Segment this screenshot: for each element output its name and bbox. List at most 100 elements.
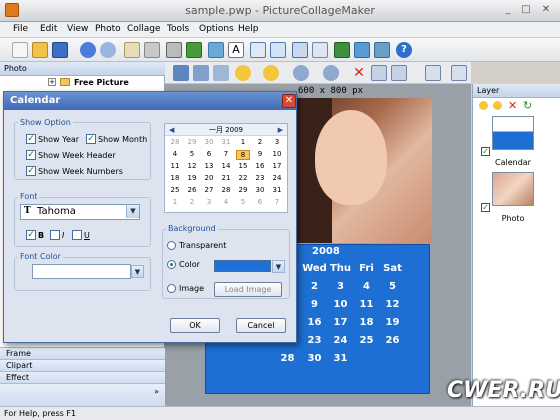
mini-calendar-day[interactable]: 19	[185, 174, 199, 182]
add-calendar-icon[interactable]	[292, 42, 308, 58]
load-image-button[interactable]: Load Image	[214, 282, 282, 297]
print-icon[interactable]	[166, 42, 182, 58]
mini-calendar-day[interactable]: 17	[270, 162, 284, 170]
background-color-swatch[interactable]	[214, 260, 271, 272]
mini-calendar-day[interactable]: 29	[185, 138, 199, 146]
dialog-close-button[interactable]: ✕	[282, 94, 296, 108]
fill-icon[interactable]	[213, 65, 229, 81]
show-week-header-checkbox[interactable]: ✓	[26, 150, 36, 160]
menu-view[interactable]: View	[67, 24, 88, 34]
fit-icon[interactable]	[193, 65, 209, 81]
rotate-left-icon[interactable]	[293, 65, 309, 81]
mini-calendar-day[interactable]: 22	[236, 174, 250, 182]
layer-delete-icon[interactable]: ✕	[508, 99, 517, 112]
mini-calendar-day[interactable]: 1	[168, 198, 182, 206]
mini-calendar-day[interactable]: 14	[219, 162, 233, 170]
mini-calendar-day[interactable]: 30	[253, 186, 267, 194]
mini-calendar-day[interactable]: 3	[202, 198, 216, 206]
mini-calendar-day[interactable]: 31	[270, 186, 284, 194]
mini-calendar-day[interactable]: 15	[236, 162, 250, 170]
help-icon[interactable]: ?	[396, 42, 412, 58]
mini-calendar-day[interactable]: 7	[270, 198, 284, 206]
bring-front-icon[interactable]	[235, 65, 251, 81]
delete-icon[interactable]: ✕	[351, 65, 367, 81]
mini-calendar-day[interactable]: 11	[168, 162, 182, 170]
mini-calendar-day[interactable]: 6	[202, 150, 216, 158]
menu-photo[interactable]: Photo	[95, 24, 121, 34]
rotate-right-icon[interactable]	[323, 65, 339, 81]
next-month-icon[interactable]: ▶	[278, 124, 283, 136]
mini-calendar-day[interactable]: 29	[236, 186, 250, 194]
close-button[interactable]: ✕	[538, 3, 554, 18]
mini-calendar[interactable]: ◀ 一月 2009 ▶ 28 29 30 31 1 2 3 4 5 6 7 8 9 10 11 12 13 14 1…	[164, 123, 288, 213]
panel-more[interactable]: »	[0, 383, 165, 406]
menu-file[interactable]: File	[13, 24, 28, 34]
mini-calendar-day[interactable]: 26	[185, 186, 199, 194]
mini-calendar-day[interactable]: 9	[253, 150, 267, 158]
add-photo-icon[interactable]	[186, 42, 202, 58]
mini-calendar-day[interactable]: 7	[219, 150, 233, 158]
grid-icon[interactable]	[391, 65, 407, 81]
mini-calendar-day[interactable]: 28	[168, 138, 182, 146]
mini-calendar-day[interactable]: 5	[185, 150, 199, 158]
mini-calendar-day[interactable]: 16	[253, 162, 267, 170]
open-icon[interactable]	[32, 42, 48, 58]
mini-calendar-day[interactable]: 28	[219, 186, 233, 194]
text-icon[interactable]: A	[228, 42, 244, 58]
italic-checkbox[interactable]	[50, 230, 60, 240]
mini-calendar-day[interactable]: 13	[202, 162, 216, 170]
select-icon[interactable]	[371, 65, 387, 81]
mini-calendar-day[interactable]: 6	[253, 198, 267, 206]
mini-calendar-day[interactable]: 4	[219, 198, 233, 206]
align-icon[interactable]	[425, 65, 441, 81]
mini-calendar-day[interactable]: 3	[270, 138, 284, 146]
save-icon[interactable]	[52, 42, 68, 58]
mini-calendar-day[interactable]: 31	[219, 138, 233, 146]
image-radio[interactable]	[167, 284, 176, 293]
menu-help[interactable]: Help	[238, 24, 259, 34]
mini-calendar-day[interactable]: 5	[236, 198, 250, 206]
send-back-icon[interactable]	[263, 65, 279, 81]
show-year-checkbox[interactable]: ✓	[26, 134, 36, 144]
export-icon[interactable]	[354, 42, 370, 58]
font-color-select[interactable]: ▼	[32, 264, 144, 279]
mini-calendar-day[interactable]: 25	[168, 186, 182, 194]
ok-button[interactable]: OK	[170, 318, 220, 333]
chevron-down-icon[interactable]: ▼	[126, 205, 139, 218]
chevron-down-icon[interactable]: ▼	[272, 260, 285, 273]
more-chevron-icon[interactable]: »	[154, 387, 159, 396]
bold-checkbox[interactable]: ✓	[26, 230, 36, 240]
maximize-button[interactable]: □	[518, 3, 534, 18]
mini-calendar-day[interactable]: 20	[202, 174, 216, 182]
font-select[interactable]: T Tahoma ▼	[20, 204, 140, 220]
panel-effect[interactable]: Effect	[0, 371, 165, 383]
add-frame-icon[interactable]	[250, 42, 266, 58]
copy-icon[interactable]	[144, 42, 160, 58]
add-mask-icon[interactable]	[312, 42, 328, 58]
underline-checkbox[interactable]	[72, 230, 82, 240]
layer-thumb-photo[interactable]	[492, 172, 534, 206]
tree-item-free-picture[interactable]: + Free Picture	[0, 77, 165, 89]
layer-refresh-icon[interactable]: ↻	[523, 99, 532, 112]
crop-icon[interactable]	[173, 65, 189, 81]
transparent-radio[interactable]	[167, 241, 176, 250]
distribute-icon[interactable]	[451, 65, 467, 81]
mini-calendar-day[interactable]: 4	[168, 150, 182, 158]
prev-month-icon[interactable]: ◀	[169, 124, 174, 136]
menu-collage[interactable]: Collage	[127, 24, 161, 34]
layer-visible-calendar[interactable]: ✓	[481, 147, 490, 156]
mini-calendar-day[interactable]: 27	[202, 186, 216, 194]
menu-tools[interactable]: Tools	[167, 24, 189, 34]
color-radio[interactable]	[167, 260, 176, 269]
panel-frame[interactable]: Frame	[0, 347, 165, 359]
paste-icon[interactable]	[124, 42, 140, 58]
chevron-down-icon[interactable]: ▼	[131, 265, 144, 278]
layer-up-icon[interactable]	[479, 101, 488, 110]
mini-calendar-day[interactable]: 2	[253, 138, 267, 146]
add-clipart-icon[interactable]	[270, 42, 286, 58]
mini-calendar-day[interactable]: 8	[236, 150, 250, 160]
mini-calendar-day[interactable]: 12	[185, 162, 199, 170]
panel-clipart[interactable]: Clipart	[0, 359, 165, 371]
effect-icon[interactable]	[334, 42, 350, 58]
mini-calendar-day[interactable]: 24	[270, 174, 284, 182]
